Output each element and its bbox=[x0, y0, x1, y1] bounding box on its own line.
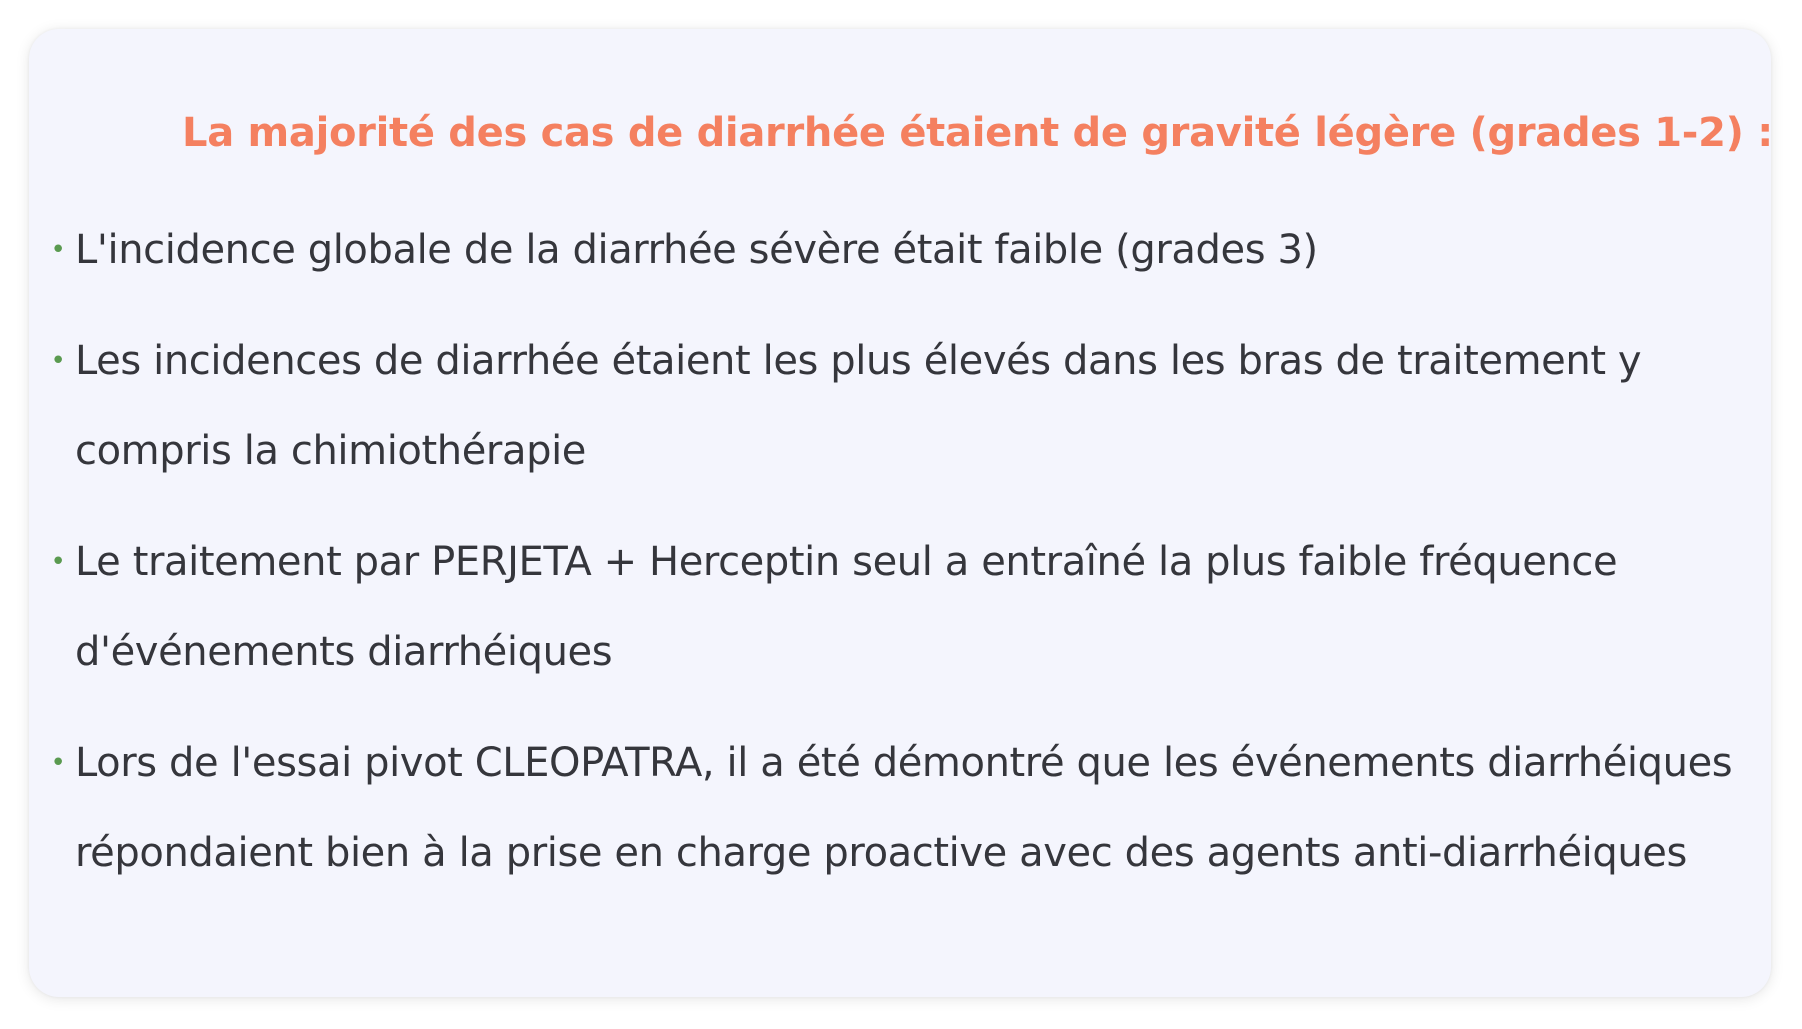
info-card: La majorité des cas de diarrhée étaient … bbox=[29, 29, 1773, 997]
bullet-dot-icon: • bbox=[50, 547, 66, 577]
bullet-item: • Le traitement par PERJETA + Herceptin … bbox=[47, 517, 1767, 697]
bullet-item: • L'incidence globale de la diarrhée sév… bbox=[47, 205, 1767, 295]
bullet-dot-icon: • bbox=[50, 346, 66, 376]
bullet-text: Les incidences de diarrhée étaient les p… bbox=[75, 338, 1642, 474]
bullet-item: • Lors de l'essai pivot CLEOPATRA, il a … bbox=[47, 718, 1767, 898]
bullet-text: L'incidence globale de la diarrhée sévèr… bbox=[75, 227, 1318, 273]
bullet-text: Lors de l'essai pivot CLEOPATRA, il a ét… bbox=[75, 740, 1733, 876]
bullet-dot-icon: • bbox=[50, 235, 66, 265]
bullet-list: • L'incidence globale de la diarrhée sév… bbox=[47, 205, 1767, 919]
bullet-text: Le traitement par PERJETA + Herceptin se… bbox=[75, 539, 1618, 675]
bullet-dot-icon: • bbox=[50, 748, 66, 778]
bullet-item: • Les incidences de diarrhée étaient les… bbox=[47, 316, 1767, 496]
card-headline: La majorité des cas de diarrhée étaient … bbox=[182, 110, 1773, 156]
